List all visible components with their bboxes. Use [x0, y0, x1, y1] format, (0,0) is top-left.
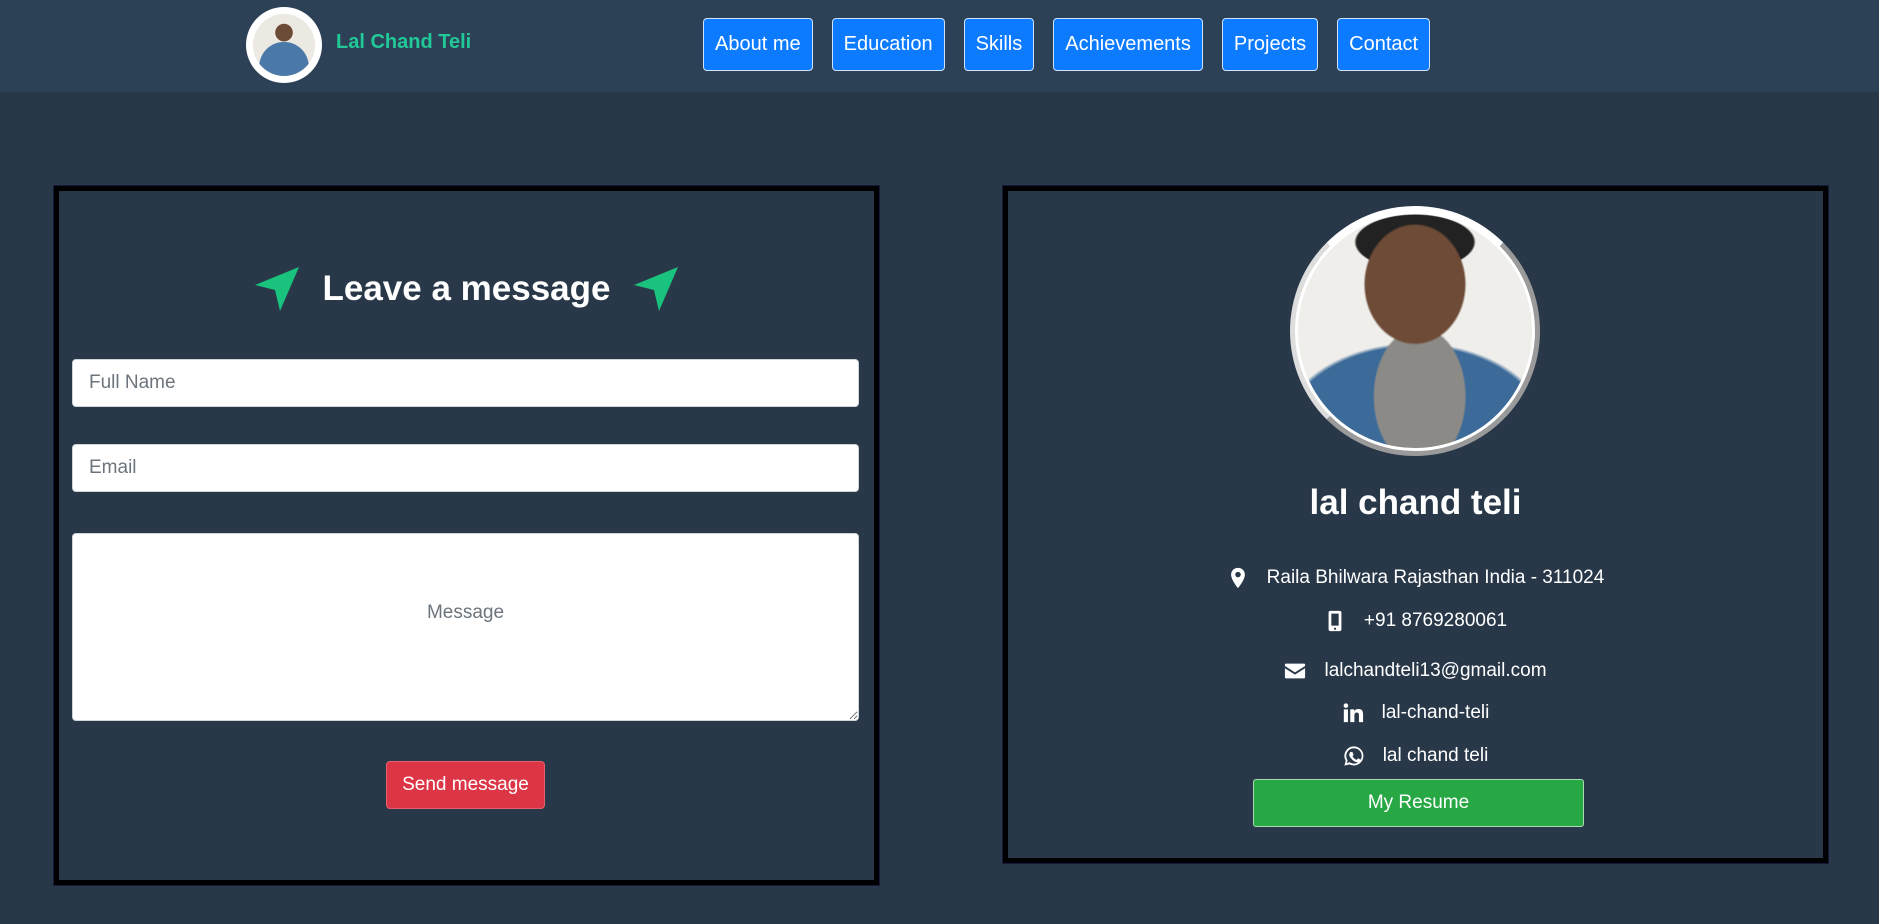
- nav-projects-button[interactable]: Projects: [1221, 18, 1319, 71]
- linkedin-icon: [1343, 703, 1363, 723]
- nav-about-button[interactable]: About me: [703, 18, 813, 71]
- form-title-text: Leave a message: [322, 269, 611, 308]
- navbar: Lal Chand Teli About me Education Skills…: [0, 0, 1879, 92]
- linkedin-row: lal-chand-teli: [1008, 702, 1823, 724]
- full-name-input[interactable]: [72, 359, 859, 407]
- profile-photo: [1290, 206, 1540, 456]
- map-marker-icon: [1230, 567, 1245, 589]
- profile-photo-image: [1298, 214, 1532, 448]
- my-resume-button[interactable]: My Resume: [1253, 779, 1584, 827]
- phone-text: +91 8769280061: [1363, 610, 1508, 631]
- whatsapp-link[interactable]: lal chand teli: [1383, 745, 1489, 767]
- address-row: Raila Bhilwara Rajasthan India - 311024: [1008, 567, 1823, 589]
- whatsapp-icon: [1344, 746, 1364, 766]
- profile-name: lal chand teli: [1309, 483, 1522, 522]
- contact-form-panel: Leave a message Send message: [53, 185, 880, 886]
- brand-avatar: [246, 7, 322, 83]
- profile-panel: lal chand teli Raila Bhilwara Rajasthan …: [1002, 185, 1829, 864]
- form-title: Leave a message: [59, 263, 874, 315]
- brand-avatar-photo: [253, 14, 315, 76]
- location-arrow-icon: [254, 267, 299, 311]
- email-link[interactable]: lalchandteli13@gmail.com: [1324, 660, 1546, 682]
- brand-name[interactable]: Lal Chand Teli: [336, 31, 471, 54]
- linkedin-link[interactable]: lal-chand-teli: [1382, 702, 1490, 724]
- message-textarea[interactable]: [72, 533, 859, 721]
- phone-row: +91 8769280061: [1008, 610, 1823, 632]
- address-text: Raila Bhilwara Rajasthan India - 311024: [1266, 567, 1605, 588]
- email-row: lalchandteli13@gmail.com: [1008, 660, 1823, 682]
- email-input[interactable]: [72, 444, 859, 492]
- envelope-icon: [1285, 663, 1306, 679]
- mobile-phone-icon: [1328, 610, 1342, 632]
- location-arrow-icon: [634, 267, 679, 311]
- whatsapp-row: lal chand teli: [1008, 745, 1823, 767]
- nav-links: About me Education Skills Achievements P…: [703, 18, 1449, 71]
- nav-education-button[interactable]: Education: [831, 18, 945, 71]
- send-message-button[interactable]: Send message: [386, 761, 545, 809]
- nav-skills-button[interactable]: Skills: [963, 18, 1035, 71]
- nav-achievements-button[interactable]: Achievements: [1053, 18, 1203, 71]
- brand[interactable]: Lal Chand Teli: [246, 7, 471, 83]
- nav-contact-button[interactable]: Contact: [1337, 18, 1431, 71]
